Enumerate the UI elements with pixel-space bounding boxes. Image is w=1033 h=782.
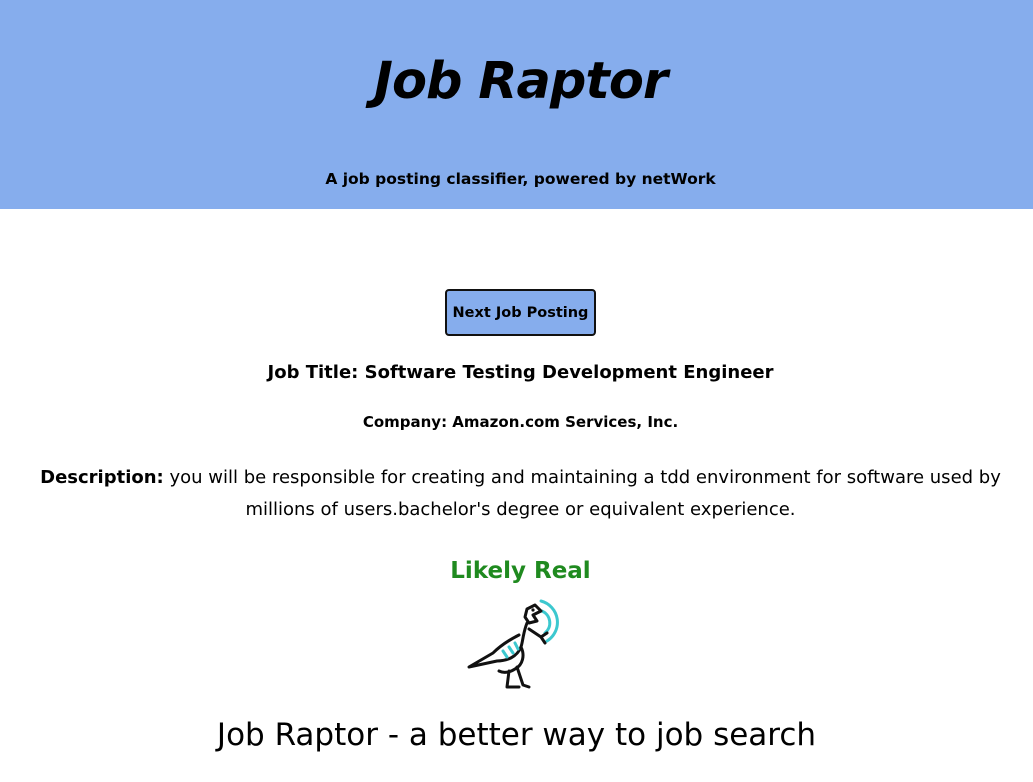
description-text: you will be responsible for creating and… <box>163 467 1001 520</box>
job-title: Job Title: Software Testing Development … <box>267 362 774 383</box>
app-subtitle: A job posting classifier, powered by net… <box>325 170 716 188</box>
company-name: Company: Amazon.com Services, Inc. <box>362 413 679 431</box>
description-label: Description: <box>40 467 164 488</box>
footer-tagline: Job Raptor - a better way to job search <box>216 717 817 753</box>
job-description: Description: you will be responsible for… <box>28 462 1013 526</box>
app-title: Job Raptor <box>373 52 668 111</box>
app-header: Job Raptor A job posting classifier, pow… <box>0 0 1033 209</box>
next-job-posting-button[interactable]: Next Job Posting <box>445 289 596 336</box>
verdict-label: Likely Real <box>450 558 591 584</box>
raptor-icon <box>467 599 559 689</box>
